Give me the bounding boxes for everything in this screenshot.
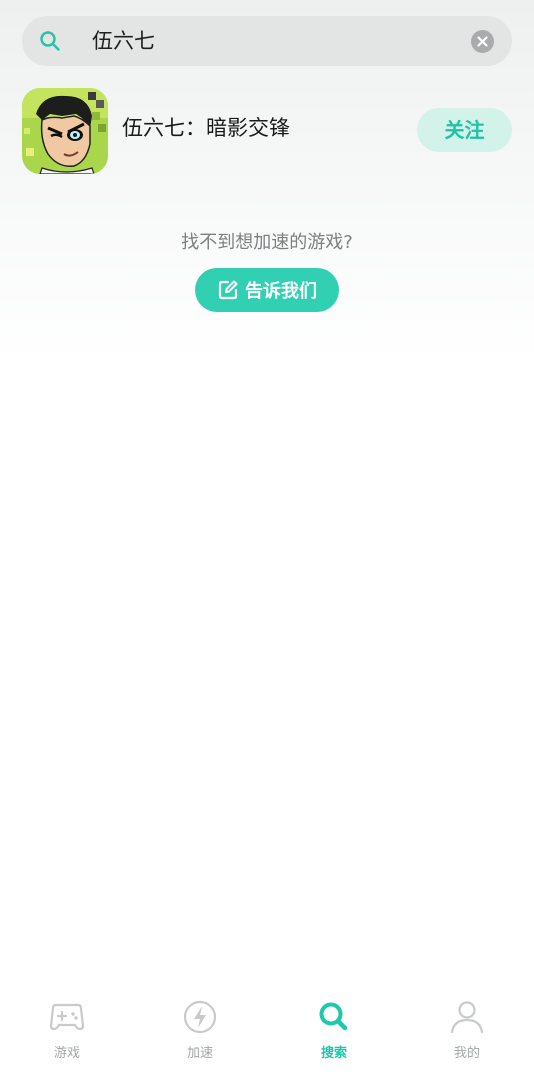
tab-search[interactable]: 搜索 bbox=[267, 998, 401, 1068]
tab-label-mine: 我的 bbox=[453, 1046, 480, 1061]
search-bar[interactable]: 伍六七 bbox=[22, 16, 512, 66]
bottom-tab-bar: 游戏 加速 搜索 我的 bbox=[0, 990, 534, 1080]
search-input[interactable]: 伍六七 bbox=[92, 16, 155, 66]
search-icon bbox=[319, 1002, 348, 1031]
tell-us-label: 告诉我们 bbox=[245, 281, 317, 302]
tab-boost[interactable]: 加速 bbox=[133, 998, 267, 1068]
edit-icon bbox=[218, 280, 238, 300]
tab-label-search: 搜索 bbox=[320, 1046, 347, 1061]
search-result-item[interactable]: 伍六七：暗影交锋 关注 bbox=[22, 88, 512, 174]
game-character-icon bbox=[22, 88, 108, 174]
close-icon bbox=[477, 36, 488, 47]
tab-games[interactable]: 游戏 bbox=[0, 998, 134, 1068]
gamepad-icon bbox=[49, 1003, 85, 1031]
follow-button[interactable]: 关注 bbox=[417, 108, 512, 152]
game-title[interactable]: 伍六七：暗影交锋 bbox=[122, 88, 290, 168]
tell-us-button[interactable]: 告诉我们 bbox=[195, 268, 339, 312]
tab-label-boost: 加速 bbox=[186, 1046, 213, 1061]
lightning-icon bbox=[183, 1000, 217, 1034]
tab-mine[interactable]: 我的 bbox=[400, 998, 534, 1068]
game-app-icon[interactable] bbox=[22, 88, 108, 174]
clear-search-button[interactable] bbox=[471, 30, 494, 53]
tab-label-games: 游戏 bbox=[53, 1046, 80, 1061]
search-icon bbox=[40, 31, 60, 51]
person-icon bbox=[450, 1001, 484, 1034]
not-found-hint: 找不到想加速的游戏? bbox=[181, 232, 353, 253]
